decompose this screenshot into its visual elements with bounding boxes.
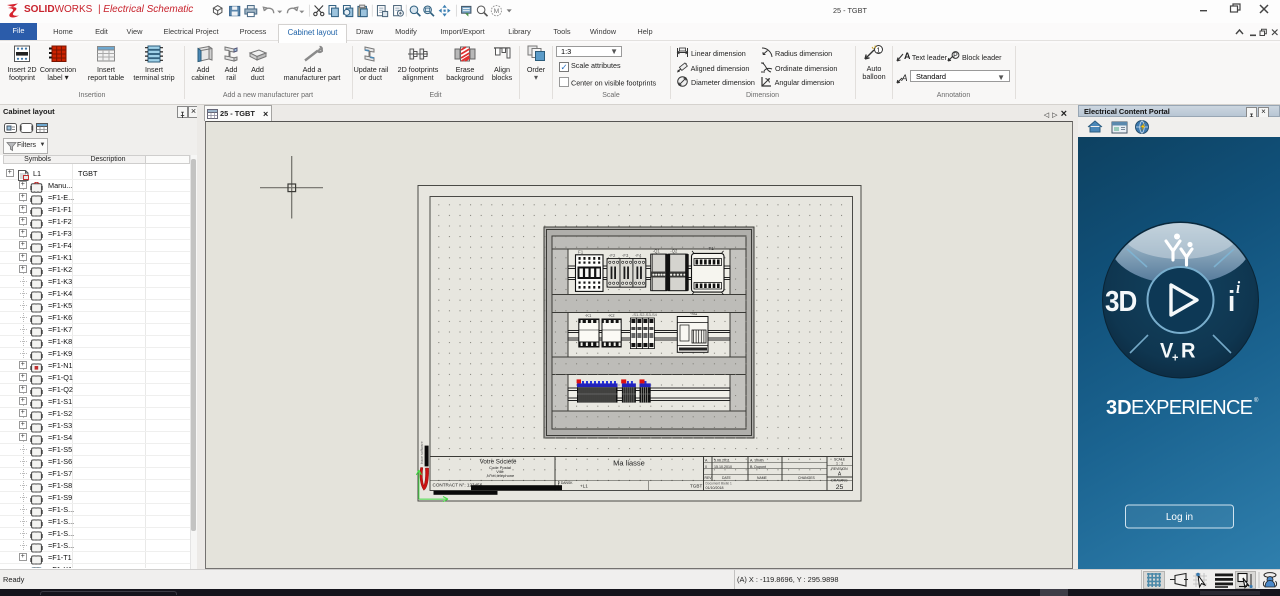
svg-text:REVISION: REVISION (831, 467, 848, 471)
svg-text:-N1: -N1 (690, 311, 698, 316)
svg-text:-F4: -F4 (635, 253, 642, 258)
svg-text:15.10.2010: 15.10.2010 (714, 465, 732, 469)
svg-text:-K1: -K1 (585, 313, 592, 318)
svg-text:P: P (953, 53, 958, 60)
svg-text:01/10/2018: 01/10/2018 (706, 486, 724, 490)
svg-text:3D: 3D (1106, 397, 1132, 419)
svg-text:-S1-S2-S3-S4: -S1-S2-S3-S4 (632, 312, 658, 317)
svg-text:Ma liasse: Ma liasse (613, 459, 645, 468)
svg-text:25: 25 (836, 484, 844, 491)
svg-text:1 : 3: 1 : 3 (836, 462, 843, 466)
svg-text:A: A (901, 73, 908, 83)
svg-text:,N°tél,téléphone: ,N°tél,téléphone (486, 473, 515, 478)
svg-text:M: M (494, 8, 500, 15)
svg-text:-K2: -K2 (608, 313, 615, 318)
svg-text:Log in: Log in (1166, 512, 1193, 523)
svg-text:i: i (1236, 280, 1241, 298)
svg-text:REV: REV (705, 476, 713, 480)
svg-text:A. Smith: A. Smith (750, 459, 764, 463)
svg-text:3D: 3D (1105, 285, 1136, 318)
svg-text:B. Dupont: B. Dupont (750, 465, 766, 469)
svg-text:CHANGES: CHANGES (798, 476, 816, 480)
svg-text:trace software: trace software (420, 441, 424, 464)
svg-text:EXPERIENCE: EXPERIENCE (1131, 397, 1253, 419)
svg-text:F1: F1 (578, 250, 584, 255)
svg-text:0: 0 (705, 465, 707, 469)
svg-text:2 DANSK: 2 DANSK (558, 481, 573, 485)
svg-text:i: i (1228, 285, 1235, 318)
svg-text:+: + (1172, 352, 1179, 364)
svg-text:1: 1 (876, 45, 880, 54)
svg-text:-Q2: -Q2 (670, 249, 678, 254)
svg-text:R: R (1181, 339, 1195, 363)
svg-text:®: ® (1254, 397, 1259, 404)
svg-text:-Q1: -Q1 (653, 249, 661, 254)
svg-text:DRAWING: DRAWING (831, 479, 848, 483)
svg-text:TGBT: TGBT (690, 484, 702, 489)
svg-text:A: A (904, 51, 910, 61)
svg-text:-F3: -F3 (622, 253, 629, 258)
svg-text:5.06.2011: 5.06.2011 (714, 459, 730, 463)
svg-text:+L1: +L1 (580, 484, 588, 489)
svg-text:NAME: NAME (757, 476, 768, 480)
svg-text:DATE: DATE (722, 476, 732, 480)
svg-text:-T1: -T1 (707, 246, 714, 251)
svg-text:-F2: -F2 (609, 253, 616, 258)
svg-text:Document libellé 1: Document libellé 1 (706, 482, 732, 486)
